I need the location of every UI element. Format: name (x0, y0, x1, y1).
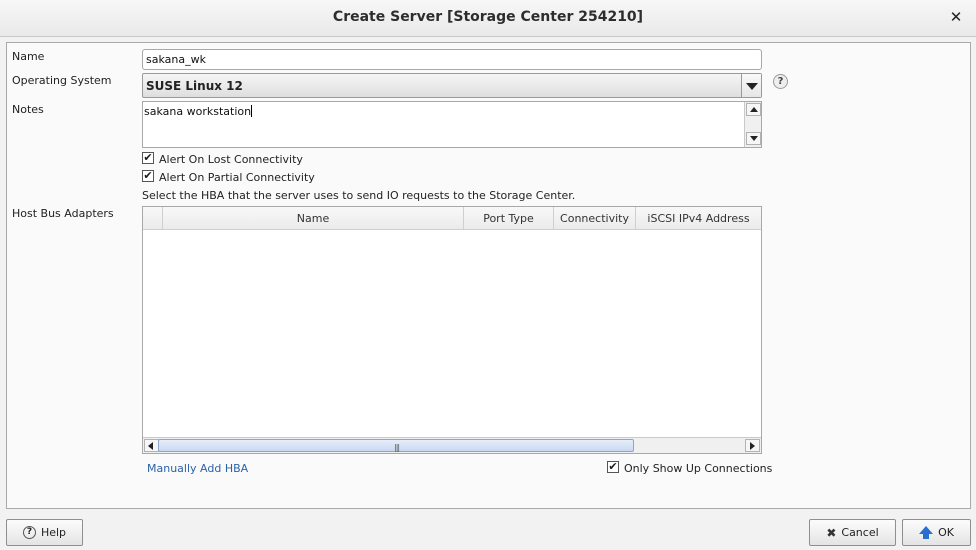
hba-table-header: Name Port Type Connectivity iSCSI IPv4 A… (143, 207, 761, 230)
close-icon[interactable]: ✕ (948, 8, 964, 26)
grip-icon: ||| (394, 443, 400, 452)
name-field[interactable] (142, 49, 762, 70)
help-button-label: Help (40, 526, 67, 539)
alert-partial-checkbox[interactable]: ✔ (142, 170, 154, 182)
os-help-icon[interactable]: ? (773, 74, 788, 89)
only-up-checkbox[interactable]: ✔ (607, 461, 619, 473)
dialog-title: Create Server [Storage Center 254210] (332, 9, 644, 25)
hba-table-hscrollbar[interactable]: ||| (143, 437, 761, 453)
name-label: Name (12, 50, 45, 63)
arrow-right-icon (750, 442, 755, 450)
hba-hint-text: Select the HBA that the server uses to s… (142, 189, 576, 202)
arrow-up-icon (919, 525, 934, 540)
chevron-down-icon (746, 83, 758, 90)
help-icon: ? (22, 526, 36, 539)
hscroll-thumb[interactable]: ||| (158, 439, 634, 452)
column-header-port-type[interactable]: Port Type (463, 207, 553, 230)
notes-text: sakana workstation (144, 105, 252, 118)
ok-button[interactable]: OK (902, 519, 971, 546)
scroll-right-button[interactable] (745, 439, 760, 452)
dialog-titlebar: Create Server [Storage Center 254210] ✕ (0, 0, 976, 37)
arrow-down-icon (750, 136, 758, 141)
help-button[interactable]: ? Help (6, 519, 83, 546)
scroll-up-button[interactable] (746, 103, 761, 116)
os-label: Operating System (12, 74, 112, 87)
notes-label: Notes (12, 103, 44, 116)
alert-lost-checkbox[interactable]: ✔ (142, 152, 154, 164)
hba-table[interactable]: Name Port Type Connectivity iSCSI IPv4 A… (142, 206, 762, 454)
os-select[interactable]: SUSE Linux 12 (142, 73, 762, 98)
os-selected-value: SUSE Linux 12 (146, 79, 243, 93)
only-up-label: Only Show Up Connections (624, 462, 773, 475)
notes-scrollbar[interactable] (744, 102, 761, 147)
arrow-up-icon (750, 107, 758, 112)
hba-label: Host Bus Adapters (12, 207, 114, 220)
arrow-left-icon (148, 442, 153, 450)
manually-add-hba-link[interactable]: Manually Add HBA (147, 462, 248, 475)
alert-lost-label: Alert On Lost Connectivity (159, 153, 303, 166)
scroll-left-button[interactable] (144, 439, 159, 452)
os-dropdown-button[interactable] (741, 74, 761, 97)
alert-partial-label: Alert On Partial Connectivity (159, 171, 315, 184)
column-header-iscsi-ipv4[interactable]: iSCSI IPv4 Address (635, 207, 761, 230)
text-caret (251, 105, 253, 117)
cancel-x-icon: ✖ (826, 525, 837, 540)
ok-button-label: OK (938, 526, 954, 539)
column-header-connectivity[interactable]: Connectivity (553, 207, 635, 230)
scroll-down-button[interactable] (746, 132, 761, 145)
cancel-button-label: Cancel (841, 526, 879, 539)
notes-textarea[interactable]: sakana workstation (142, 101, 762, 148)
cancel-button[interactable]: ✖ Cancel (809, 519, 896, 546)
column-header-name[interactable]: Name (162, 207, 463, 230)
